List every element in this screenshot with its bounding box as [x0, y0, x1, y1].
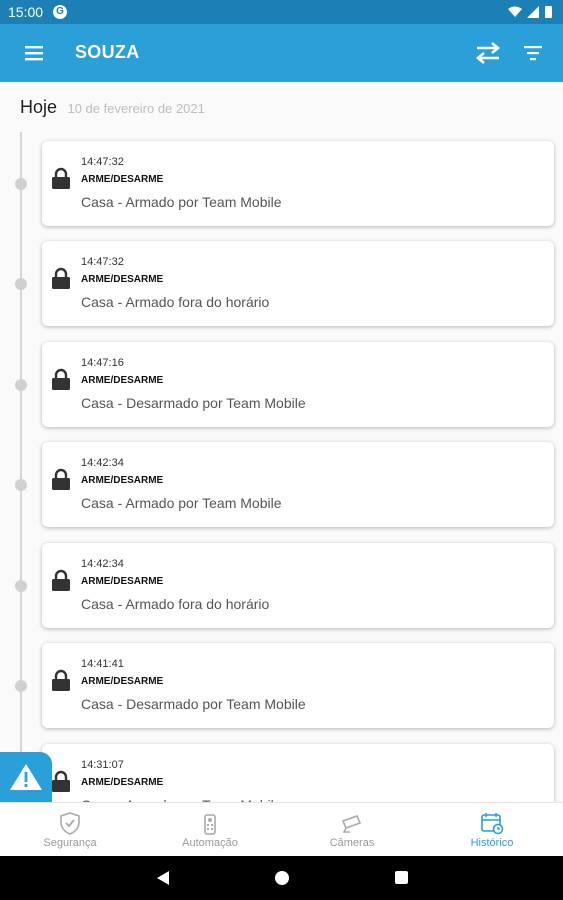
event-card[interactable]: 14:41:41 ARME/DESARME Casa - Desarmado p… [42, 643, 554, 728]
warning-icon [10, 764, 42, 790]
event-description: Casa - Armado por Team Mobile [81, 194, 282, 210]
event-card[interactable]: 14:42:34 ARME/DESARME Casa - Armado fora… [42, 543, 554, 628]
lock-icon [52, 167, 70, 189]
timeline-dot [15, 680, 27, 692]
nav-item-automacao[interactable]: Automação [140, 803, 280, 857]
event-card[interactable]: 14:42:34 ARME/DESARME Casa - Armado por … [42, 442, 554, 527]
event-time: 14:47:32 [81, 256, 124, 268]
event-card[interactable]: 14:47:32 ARME/DESARME Casa - Armado fora… [42, 241, 554, 326]
lock-icon [52, 569, 70, 591]
event-description: Casa - Armado fora do horário [81, 596, 270, 612]
event-category: ARME/DESARME [81, 174, 164, 185]
event-category: ARME/DESARME [81, 576, 164, 587]
day-header: Hoje 10 de fevereiro de 2021 [20, 97, 205, 118]
event-description: Casa - Armado por Team Mobile [81, 495, 282, 511]
app-bar: SOUZA [0, 24, 563, 82]
panic-alert-button[interactable] [0, 752, 52, 804]
nav-label: Histórico [470, 837, 514, 849]
timeline-dot [15, 379, 27, 391]
timeline-line [20, 132, 22, 812]
event-card[interactable]: 14:47:32 ARME/DESARME Casa - Armado por … [42, 141, 554, 226]
filter-icon[interactable] [522, 43, 544, 63]
lock-icon [52, 368, 70, 390]
notification-app-icon: G [53, 5, 67, 19]
timeline-dot [15, 278, 27, 290]
event-card[interactable]: 14:47:16 ARME/DESARME Casa - Desarmado p… [42, 342, 554, 427]
lock-icon [52, 468, 70, 490]
wifi-icon [508, 6, 522, 17]
nav-label: Câmeras [329, 837, 375, 849]
event-description: Casa - Armado fora do horário [81, 294, 270, 310]
nav-item-seguranca[interactable]: Segurança [0, 803, 140, 857]
event-time: 14:31:07 [81, 759, 124, 771]
event-description: Casa - Desarmado por Team Mobile [81, 696, 306, 712]
nav-label: Automação [182, 837, 238, 849]
nav-item-cameras[interactable]: Câmeras [282, 803, 422, 857]
event-time: 14:42:34 [81, 457, 124, 469]
calendar-history-icon [481, 813, 504, 835]
lock-icon [52, 770, 70, 792]
timeline-dot [15, 178, 27, 190]
date-label: 10 de fevereiro de 2021 [67, 101, 205, 116]
signal-icon [527, 6, 539, 18]
battery-icon [545, 6, 552, 18]
system-navigation-bar [0, 856, 563, 900]
event-category: ARME/DESARME [81, 274, 164, 285]
nav-label: Segurança [43, 837, 97, 849]
day-label: Hoje [20, 97, 58, 117]
status-time: 15:00 [8, 4, 44, 20]
event-description: Casa - Desarmado por Team Mobile [81, 395, 306, 411]
event-category: ARME/DESARME [81, 375, 164, 386]
event-time: 14:41:41 [81, 658, 124, 670]
hamburger-menu-icon[interactable] [24, 43, 44, 63]
event-category: ARME/DESARME [81, 777, 164, 788]
system-icons [507, 4, 555, 23]
event-time: 14:47:16 [81, 357, 124, 369]
swap-arrows-icon[interactable] [474, 40, 502, 66]
recent-apps-icon[interactable] [395, 871, 408, 884]
nav-item-historico[interactable]: Histórico [422, 803, 562, 857]
lock-icon [52, 669, 70, 691]
bottom-navigation: Segurança Automação Câmeras Histórico [0, 802, 563, 857]
lock-icon [52, 267, 70, 289]
timeline-dot [15, 580, 27, 592]
event-category: ARME/DESARME [81, 475, 164, 486]
timeline-dot [15, 479, 27, 491]
status-bar: 15:00 G [0, 0, 563, 24]
event-category: ARME/DESARME [81, 676, 164, 687]
home-icon[interactable] [275, 871, 289, 885]
shield-check-icon [60, 812, 80, 835]
event-time: 14:47:32 [81, 156, 124, 168]
page-title: SOUZA [75, 42, 140, 62]
security-camera-icon [341, 814, 362, 833]
event-time: 14:42:34 [81, 558, 124, 570]
remote-control-icon [204, 814, 216, 835]
back-icon[interactable] [156, 870, 170, 886]
